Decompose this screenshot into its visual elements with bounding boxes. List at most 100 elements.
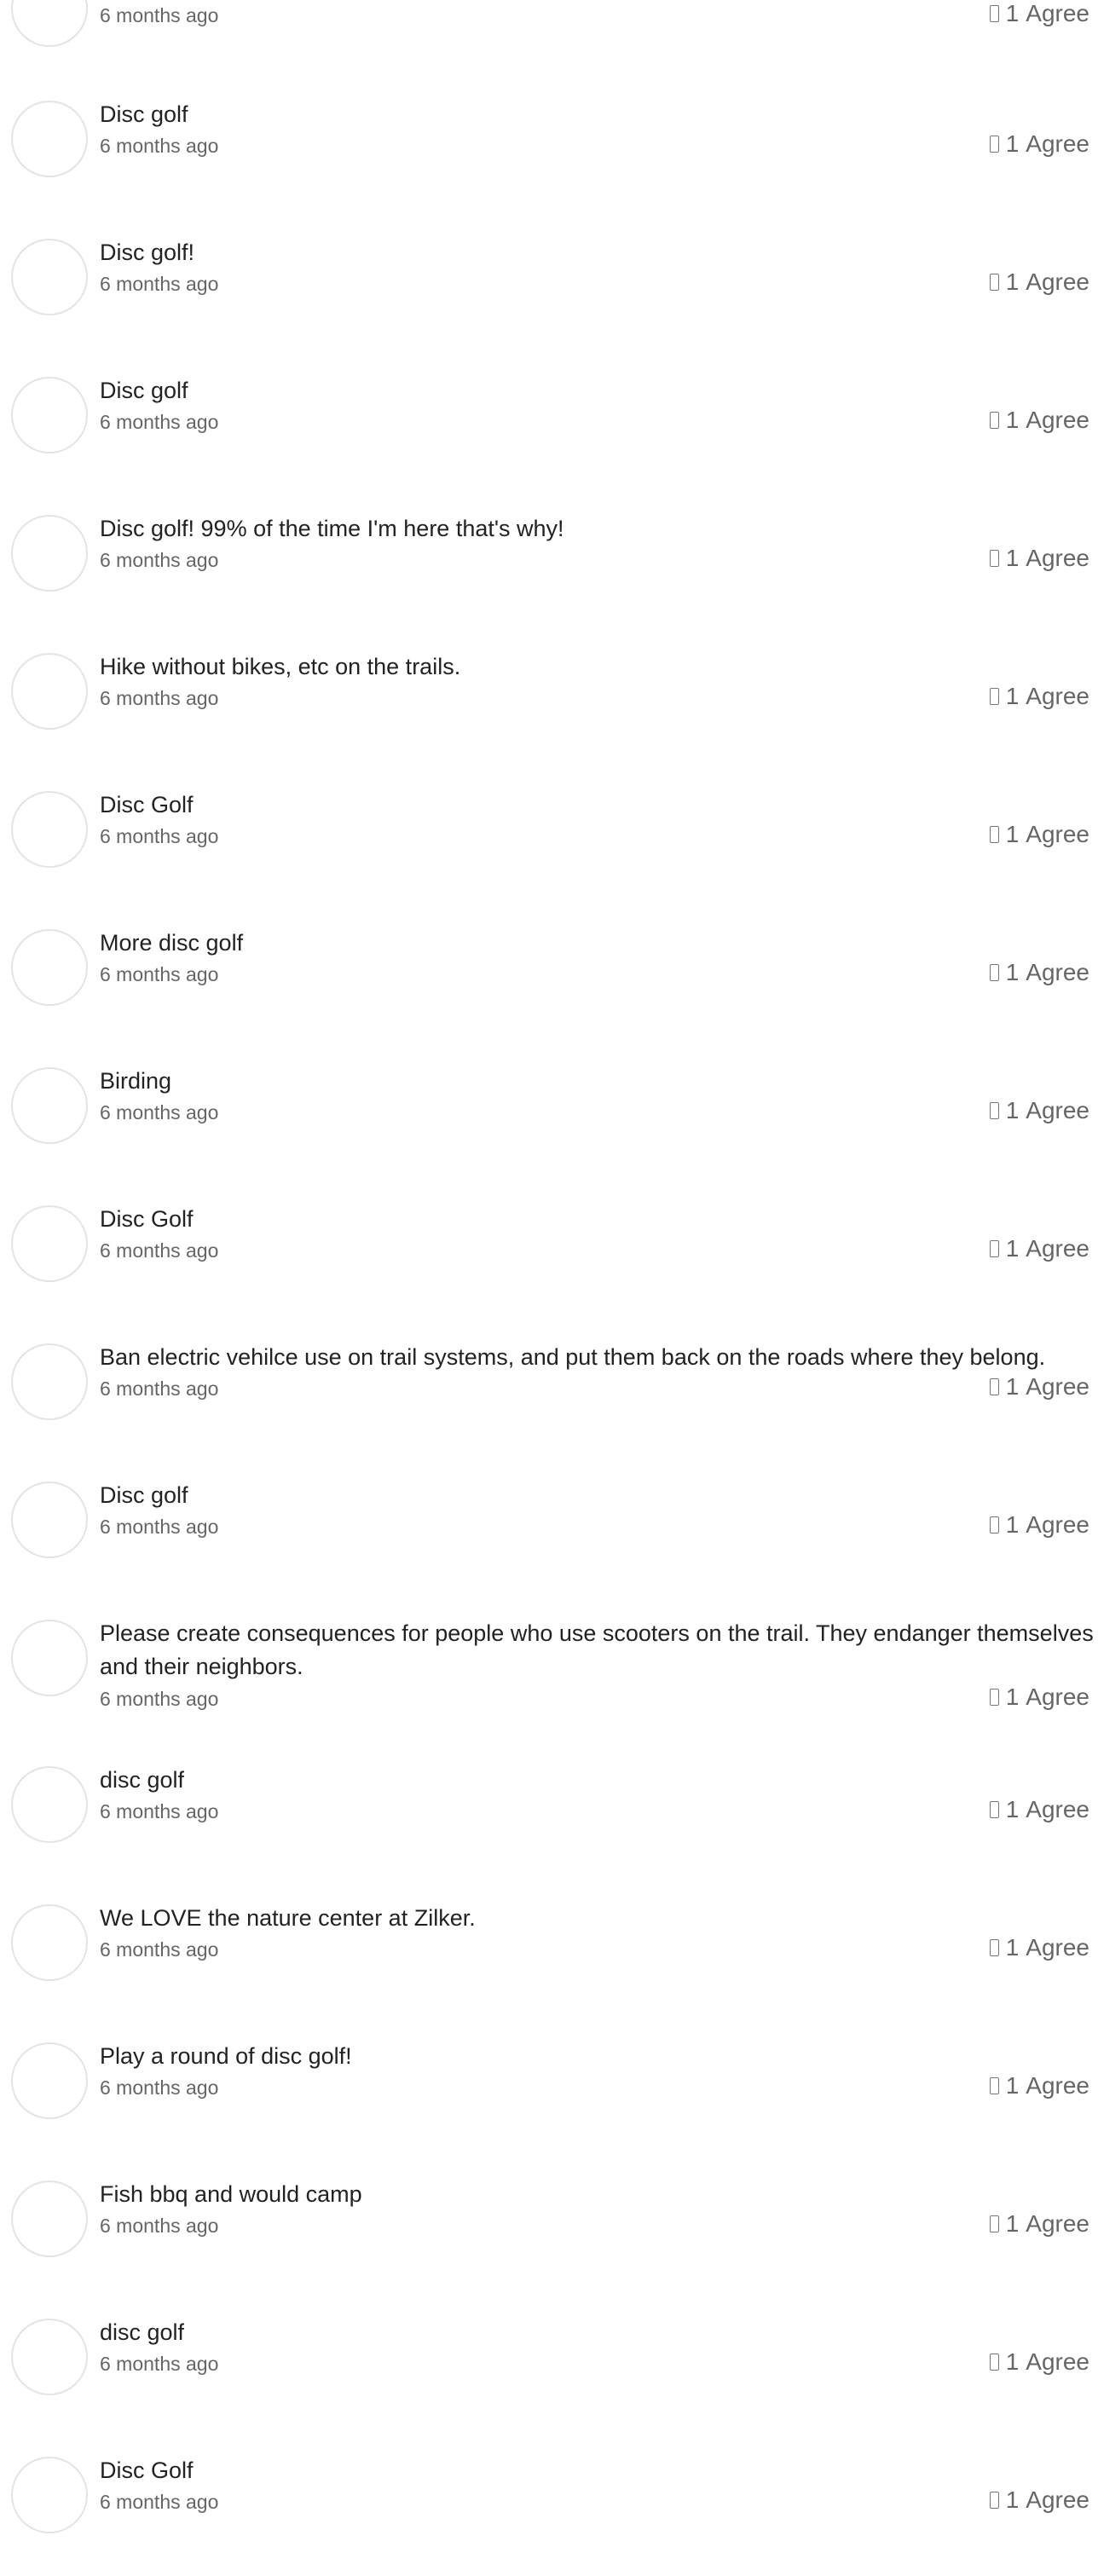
comment-item: We LOVE the nature center at Zilker. 6 mo… <box>0 1904 1098 2024</box>
agree-button[interactable]: 1 Agree <box>989 2348 1089 2377</box>
comment-item: Please create consequences for people wh… <box>0 1620 1098 1739</box>
comment-timestamp: 6 months ago <box>100 1800 219 1822</box>
comment-text: More disc golf <box>100 930 244 956</box>
thumbs-up-icon <box>989 688 999 705</box>
agree-button[interactable]: 1 Agree <box>989 1933 1089 1962</box>
agree-label: Agree <box>1026 130 1089 157</box>
agree-button[interactable]: 1 Agree <box>989 2486 1089 2515</box>
avatar <box>11 1067 88 1144</box>
agree-button[interactable]: 1 Agree <box>989 1096 1089 1125</box>
agree-count: 1 <box>1005 1373 1020 1400</box>
thumbs-up-icon <box>989 1689 999 1706</box>
agree-count: 1 <box>1005 2072 1020 2099</box>
agree-label: Agree <box>1026 1235 1089 1262</box>
comment-item: Disc Golf 6 months ago 1 Agree <box>0 791 1098 910</box>
comment-timestamp: 6 months ago <box>100 1101 219 1123</box>
thumbs-up-icon <box>989 1801 999 1818</box>
comment-item: Play a round of disc golf! 6 months ago 1 A… <box>0 2042 1098 2162</box>
avatar <box>11 1343 88 1420</box>
comment-timestamp: 6 months ago <box>100 1938 219 1961</box>
agree-count: 1 <box>1005 269 1020 295</box>
avatar <box>11 2319 88 2395</box>
thumbs-up-icon <box>989 2215 999 2232</box>
comment-text: Disc golf! 99% of the time I'm here that… <box>100 516 564 541</box>
agree-label: Agree <box>1026 407 1089 433</box>
thumbs-up-icon <box>989 964 999 981</box>
agree-button[interactable]: 1 Agree <box>989 1372 1089 1401</box>
comment-item: Disc golf 6 months ago 1 Agree <box>0 377 1098 496</box>
comment-text: Play a round of disc golf! <box>100 2043 352 2069</box>
avatar <box>11 2180 88 2257</box>
thumbs-up-icon <box>989 412 999 429</box>
agree-button[interactable]: 1 Agree <box>989 820 1089 849</box>
agree-button[interactable]: 1 Agree <box>989 2209 1089 2238</box>
agree-label: Agree <box>1026 0 1089 26</box>
comment-timestamp: 6 months ago <box>100 2076 219 2099</box>
agree-count: 1 <box>1005 2210 1020 2237</box>
avatar <box>11 929 88 1006</box>
agree-label: Agree <box>1026 2210 1089 2237</box>
agree-count: 1 <box>1005 821 1020 847</box>
comment-text: Disc Golf <box>100 792 194 817</box>
comment-text: Disc Golf <box>100 2458 194 2483</box>
avatar <box>11 1481 88 1558</box>
agree-count: 1 <box>1005 1684 1020 1710</box>
comment-item: Ban electric vehilce use on trail system… <box>0 1343 1098 1463</box>
comment-timestamp: 6 months ago <box>100 1239 219 1262</box>
agree-button[interactable]: 1 Agree <box>989 2071 1089 2100</box>
agree-count: 1 <box>1005 130 1020 157</box>
avatar <box>11 2457 88 2533</box>
comment-timestamp: 6 months ago <box>100 2491 219 2513</box>
thumbs-up-icon <box>989 1378 999 1395</box>
comment-text: Ban electric vehilce use on trail system… <box>100 1344 1046 1370</box>
agree-count: 1 <box>1005 683 1020 709</box>
avatar <box>11 377 88 453</box>
agree-label: Agree <box>1026 1511 1089 1538</box>
agree-button[interactable]: 1 Agree <box>989 0 1089 28</box>
comment-text: Please create consequences for people wh… <box>100 1620 1094 1679</box>
agree-label: Agree <box>1026 821 1089 847</box>
comment-item: disc golf 6 months ago 1 Agree <box>0 1766 1098 1886</box>
thumbs-up-icon <box>989 136 999 153</box>
avatar <box>11 515 88 592</box>
thumbs-up-icon <box>989 1102 999 1119</box>
comment-text: Birding <box>100 1068 172 1094</box>
thumbs-up-icon <box>989 5 999 22</box>
agree-button[interactable]: 1 Agree <box>989 1795 1089 1824</box>
comment-item: Fish bbq and would camp 6 months ago 1 Agre… <box>0 2180 1098 2300</box>
agree-label: Agree <box>1026 1934 1089 1961</box>
agree-count: 1 <box>1005 1235 1020 1262</box>
agree-count: 1 <box>1005 959 1020 985</box>
comment-timestamp: 6 months ago <box>100 687 219 709</box>
avatar <box>11 653 88 730</box>
agree-label: Agree <box>1026 1796 1089 1822</box>
comment-item: Disc Golf 6 months ago 1 Agree <box>0 2457 1098 2576</box>
thumbs-up-icon <box>989 1939 999 1956</box>
thumbs-up-icon <box>989 826 999 843</box>
agree-count: 1 <box>1005 545 1020 571</box>
agree-button[interactable]: 1 Agree <box>989 544 1089 573</box>
avatar <box>11 1620 88 1696</box>
agree-button[interactable]: 1 Agree <box>989 130 1089 159</box>
comment-item: Disc golf 6 months ago 1 Agree <box>0 1481 1098 1601</box>
comment-timestamp: 6 months ago <box>100 1516 219 1538</box>
comment-item: Disc golf! 99% of the time I'm here that… <box>0 515 1098 634</box>
agree-label: Agree <box>1026 683 1089 709</box>
agree-button[interactable]: 1 Agree <box>989 406 1089 435</box>
agree-label: Agree <box>1026 2072 1089 2099</box>
comment-timestamp: 6 months ago <box>100 4 219 26</box>
comment-text: Disc Golf <box>100 1206 194 1232</box>
agree-count: 1 <box>1005 1934 1020 1961</box>
agree-button[interactable]: 1 Agree <box>989 682 1089 711</box>
agree-button[interactable]: 1 Agree <box>989 268 1089 297</box>
agree-button[interactable]: 1 Agree <box>989 1234 1089 1263</box>
agree-button[interactable]: 1 Agree <box>989 958 1089 987</box>
comment-text: We LOVE the nature center at Zilker. <box>100 1905 476 1931</box>
comment-text: Disc golf <box>100 378 188 403</box>
agree-button[interactable]: 1 Agree <box>989 1683 1089 1712</box>
avatar <box>11 101 88 177</box>
avatar <box>11 1766 88 1843</box>
comment-item: Disc golf 6 months ago 1 Agree <box>0 101 1098 220</box>
agree-label: Agree <box>1026 545 1089 571</box>
agree-button[interactable]: 1 Agree <box>989 1510 1089 1539</box>
